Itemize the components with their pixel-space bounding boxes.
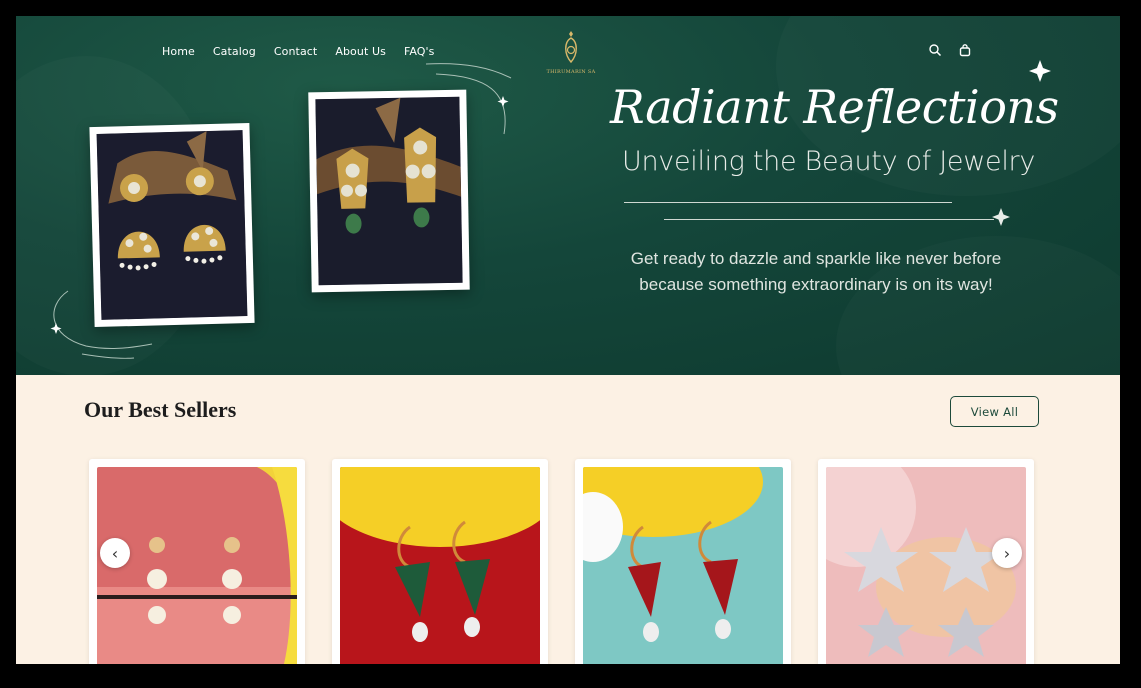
section-title: Our Best Sellers [84, 397, 237, 422]
hero-tagline: Get ready to dazzle and sparkle like nev… [630, 249, 1002, 294]
chevron-right-icon: › [1003, 543, 1011, 563]
carousel-prev-button[interactable]: ‹ [100, 538, 130, 568]
hero-photo-jhumka [89, 122, 255, 328]
view-all-button[interactable]: View All [950, 396, 1039, 427]
chevron-left-icon: ‹ [111, 543, 119, 563]
product-card[interactable] [332, 459, 548, 664]
carousel-next-button[interactable]: › [992, 538, 1022, 568]
jhumka-earrings-image [96, 130, 248, 320]
kundan-earrings-image [315, 96, 463, 286]
hero-photo-kundan [308, 89, 470, 293]
product-image[interactable] [826, 467, 1026, 664]
hero-subheadline: Unveiling the Beauty of Jewelry [622, 146, 1036, 177]
hero-headline: Radiant Reflections [610, 80, 1059, 134]
product-image[interactable] [340, 467, 540, 664]
hero-banner: Home Catalog Contact About Us FAQ's THIR… [16, 16, 1120, 375]
product-image[interactable] [583, 467, 783, 664]
product-card[interactable] [575, 459, 791, 664]
product-image[interactable] [97, 467, 297, 664]
divider-line [624, 202, 952, 203]
page: Home Catalog Contact About Us FAQ's THIR… [16, 16, 1120, 664]
divider-line [664, 219, 994, 220]
